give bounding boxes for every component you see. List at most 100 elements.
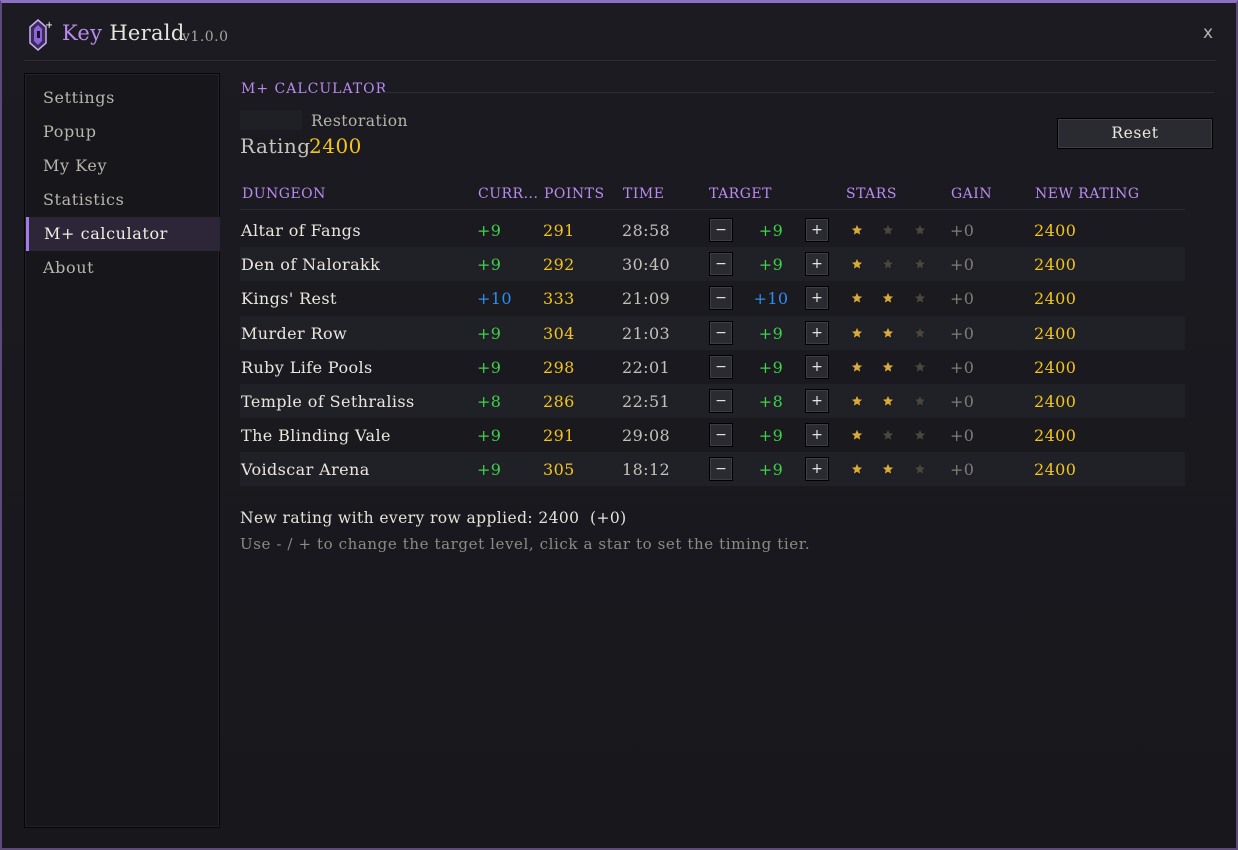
star-icon[interactable]: [850, 291, 866, 307]
app-title: Key Herald: [62, 21, 185, 45]
star-icon[interactable]: [913, 394, 929, 410]
sidebar-item-popup[interactable]: Popup: [26, 115, 220, 149]
gain-value: +0: [950, 460, 975, 480]
target-level: +9: [758, 221, 784, 240]
table-row: Murder Row +9 304 21:03 − +9 + +0 2400: [240, 315, 1185, 350]
target-level: +8: [758, 392, 784, 411]
app-version: v1.0.0: [182, 29, 229, 45]
rating-label: Rating: [240, 134, 311, 158]
increase-target-button[interactable]: +: [805, 354, 829, 379]
current-level: +9: [477, 323, 502, 343]
section-divider: [384, 92, 1214, 93]
reset-button[interactable]: Reset: [1057, 118, 1213, 149]
spec-label: Restoration: [311, 112, 409, 130]
decrease-target-button[interactable]: −: [709, 252, 733, 277]
gain-value: +0: [950, 323, 975, 343]
svg-text:+: +: [45, 20, 52, 31]
star-icon[interactable]: [913, 223, 929, 239]
star-icon[interactable]: [913, 462, 929, 478]
decrease-target-button[interactable]: −: [709, 423, 733, 448]
increase-target-button[interactable]: +: [805, 218, 829, 242]
star-icon[interactable]: [881, 360, 897, 376]
decrease-target-button[interactable]: −: [709, 457, 733, 482]
sidebar-item-m-calculator[interactable]: M+ calculator: [26, 217, 220, 251]
increase-target-button[interactable]: +: [805, 252, 829, 277]
gain-value: +0: [950, 289, 975, 309]
star-icon[interactable]: [913, 360, 929, 376]
table-row: The Blinding Vale +9 291 29:08 − +9 + +0 2400: [240, 418, 1185, 452]
column-header-gain: GAIN: [951, 186, 993, 202]
current-level: +9: [477, 460, 502, 480]
points-value: 291: [543, 426, 575, 446]
column-header-dungeon: DUNGEON: [242, 186, 326, 202]
time-value: 21:03: [622, 323, 671, 343]
time-value: 22:01: [622, 357, 671, 377]
dungeon-name: The Blinding Vale: [241, 426, 391, 446]
points-value: 292: [543, 255, 575, 275]
sidebar-item-my-key[interactable]: My Key: [26, 149, 220, 183]
decrease-target-button[interactable]: −: [709, 354, 733, 379]
dungeon-name: Kings' Rest: [241, 289, 337, 309]
star-icon[interactable]: [850, 462, 866, 478]
table-row: Den of Nalorakk +9 292 30:40 − +9 + +0 2400: [240, 247, 1185, 282]
column-header-target: TARGET: [709, 186, 772, 202]
time-value: 28:58: [622, 221, 671, 240]
target-level: +9: [758, 357, 784, 377]
new-rating-value: 2400: [1034, 221, 1077, 240]
star-icon[interactable]: [881, 291, 897, 307]
star-icon[interactable]: [913, 326, 929, 342]
decrease-target-button[interactable]: −: [709, 286, 733, 311]
star-icon[interactable]: [850, 223, 866, 239]
decrease-target-button[interactable]: −: [709, 218, 733, 242]
table-row: Temple of Sethraliss +8 286 22:51 − +8 + +0 2400: [240, 384, 1185, 418]
decrease-target-button[interactable]: −: [709, 320, 733, 345]
sidebar-item-about[interactable]: About: [26, 251, 220, 285]
gain-value: +0: [950, 357, 975, 377]
decrease-target-button[interactable]: −: [709, 389, 733, 413]
dungeon-name: Ruby Life Pools: [241, 357, 373, 377]
points-value: 304: [543, 323, 575, 343]
new-rating-value: 2400: [1034, 357, 1077, 377]
star-icon[interactable]: [913, 291, 929, 307]
column-header-points: POINTS: [544, 186, 605, 202]
star-icon[interactable]: [881, 326, 897, 342]
star-icon[interactable]: [850, 360, 866, 376]
star-icon[interactable]: [850, 326, 866, 342]
sidebar: Settings Popup My Key Statistics M+ calculat…: [24, 73, 220, 828]
new-rating-value: 2400: [1034, 323, 1077, 343]
sidebar-item-statistics[interactable]: Statistics: [26, 183, 220, 217]
time-value: 21:09: [622, 289, 671, 309]
star-icon[interactable]: [850, 394, 866, 410]
increase-target-button[interactable]: +: [805, 286, 829, 311]
star-icon[interactable]: [881, 462, 897, 478]
dungeon-name: Voidscar Arena: [241, 460, 370, 480]
sidebar-item-settings[interactable]: Settings: [26, 81, 220, 115]
star-icon[interactable]: [881, 428, 897, 444]
points-value: 298: [543, 357, 575, 377]
gain-value: +0: [950, 392, 975, 411]
star-icon[interactable]: [850, 257, 866, 273]
title-bar: + Key Herald v1.0.0 x: [2, 3, 1236, 61]
increase-target-button[interactable]: +: [805, 320, 829, 345]
star-icon[interactable]: [913, 257, 929, 273]
rating-value: 2400: [309, 134, 362, 158]
star-icon[interactable]: [881, 257, 897, 273]
character-portrait: [240, 110, 302, 130]
star-icon[interactable]: [913, 428, 929, 444]
increase-target-button[interactable]: +: [805, 423, 829, 448]
dungeon-name: Den of Nalorakk: [241, 255, 381, 275]
star-icon[interactable]: [881, 394, 897, 410]
star-icon[interactable]: [850, 428, 866, 444]
increase-target-button[interactable]: +: [805, 457, 829, 482]
dungeon-name: Altar of Fangs: [241, 221, 361, 240]
hint-text: Use - / + to change the target level, cl…: [240, 535, 811, 553]
increase-target-button[interactable]: +: [805, 389, 829, 413]
target-level: +10: [753, 289, 789, 309]
time-value: 29:08: [622, 426, 671, 446]
table-row: Ruby Life Pools +9 298 22:01 − +9 + +0 2400: [240, 350, 1185, 384]
points-value: 291: [543, 221, 575, 240]
close-button[interactable]: x: [1198, 23, 1218, 45]
star-icon[interactable]: [881, 223, 897, 239]
calculator-panel: M+ CALCULATOR Restoration Rating 2400 Re…: [240, 77, 1215, 837]
new-rating-value: 2400: [1034, 255, 1077, 275]
